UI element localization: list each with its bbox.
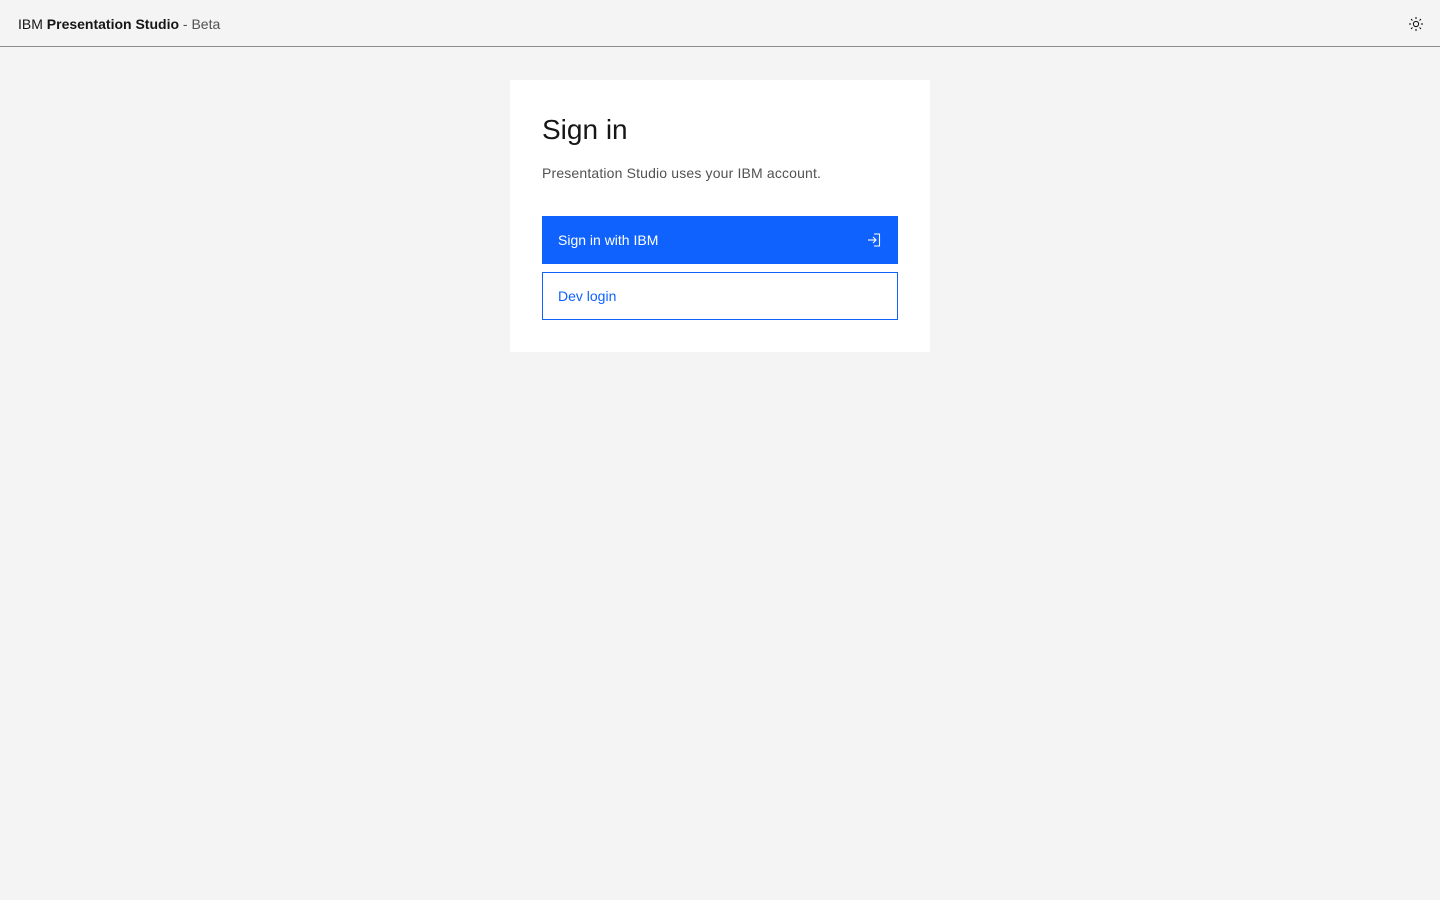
sun-icon [1408, 16, 1424, 32]
sign-in-with-ibm-label: Sign in with IBM [558, 232, 659, 248]
brand-suffix: Beta [191, 16, 221, 32]
app-header: IBM Presentation Studio - Beta [0, 0, 1440, 47]
dev-login-label: Dev login [558, 288, 617, 304]
brand-name: Presentation Studio [46, 16, 180, 32]
brand-prefix: IBM [18, 16, 43, 32]
login-icon [866, 232, 882, 248]
app-brand[interactable]: IBM Presentation Studio - Beta [18, 15, 220, 33]
theme-toggle-button[interactable] [1406, 14, 1426, 34]
dev-login-button[interactable]: Dev login [542, 272, 898, 320]
page-title: Sign in [542, 114, 628, 145]
brand-separator: - [179, 16, 192, 32]
signin-card: Sign in Presentation Studio uses your IB… [510, 80, 930, 352]
sign-in-with-ibm-button[interactable]: Sign in with IBM [542, 216, 898, 264]
signin-subtitle: Presentation Studio uses your IBM accoun… [542, 165, 822, 181]
